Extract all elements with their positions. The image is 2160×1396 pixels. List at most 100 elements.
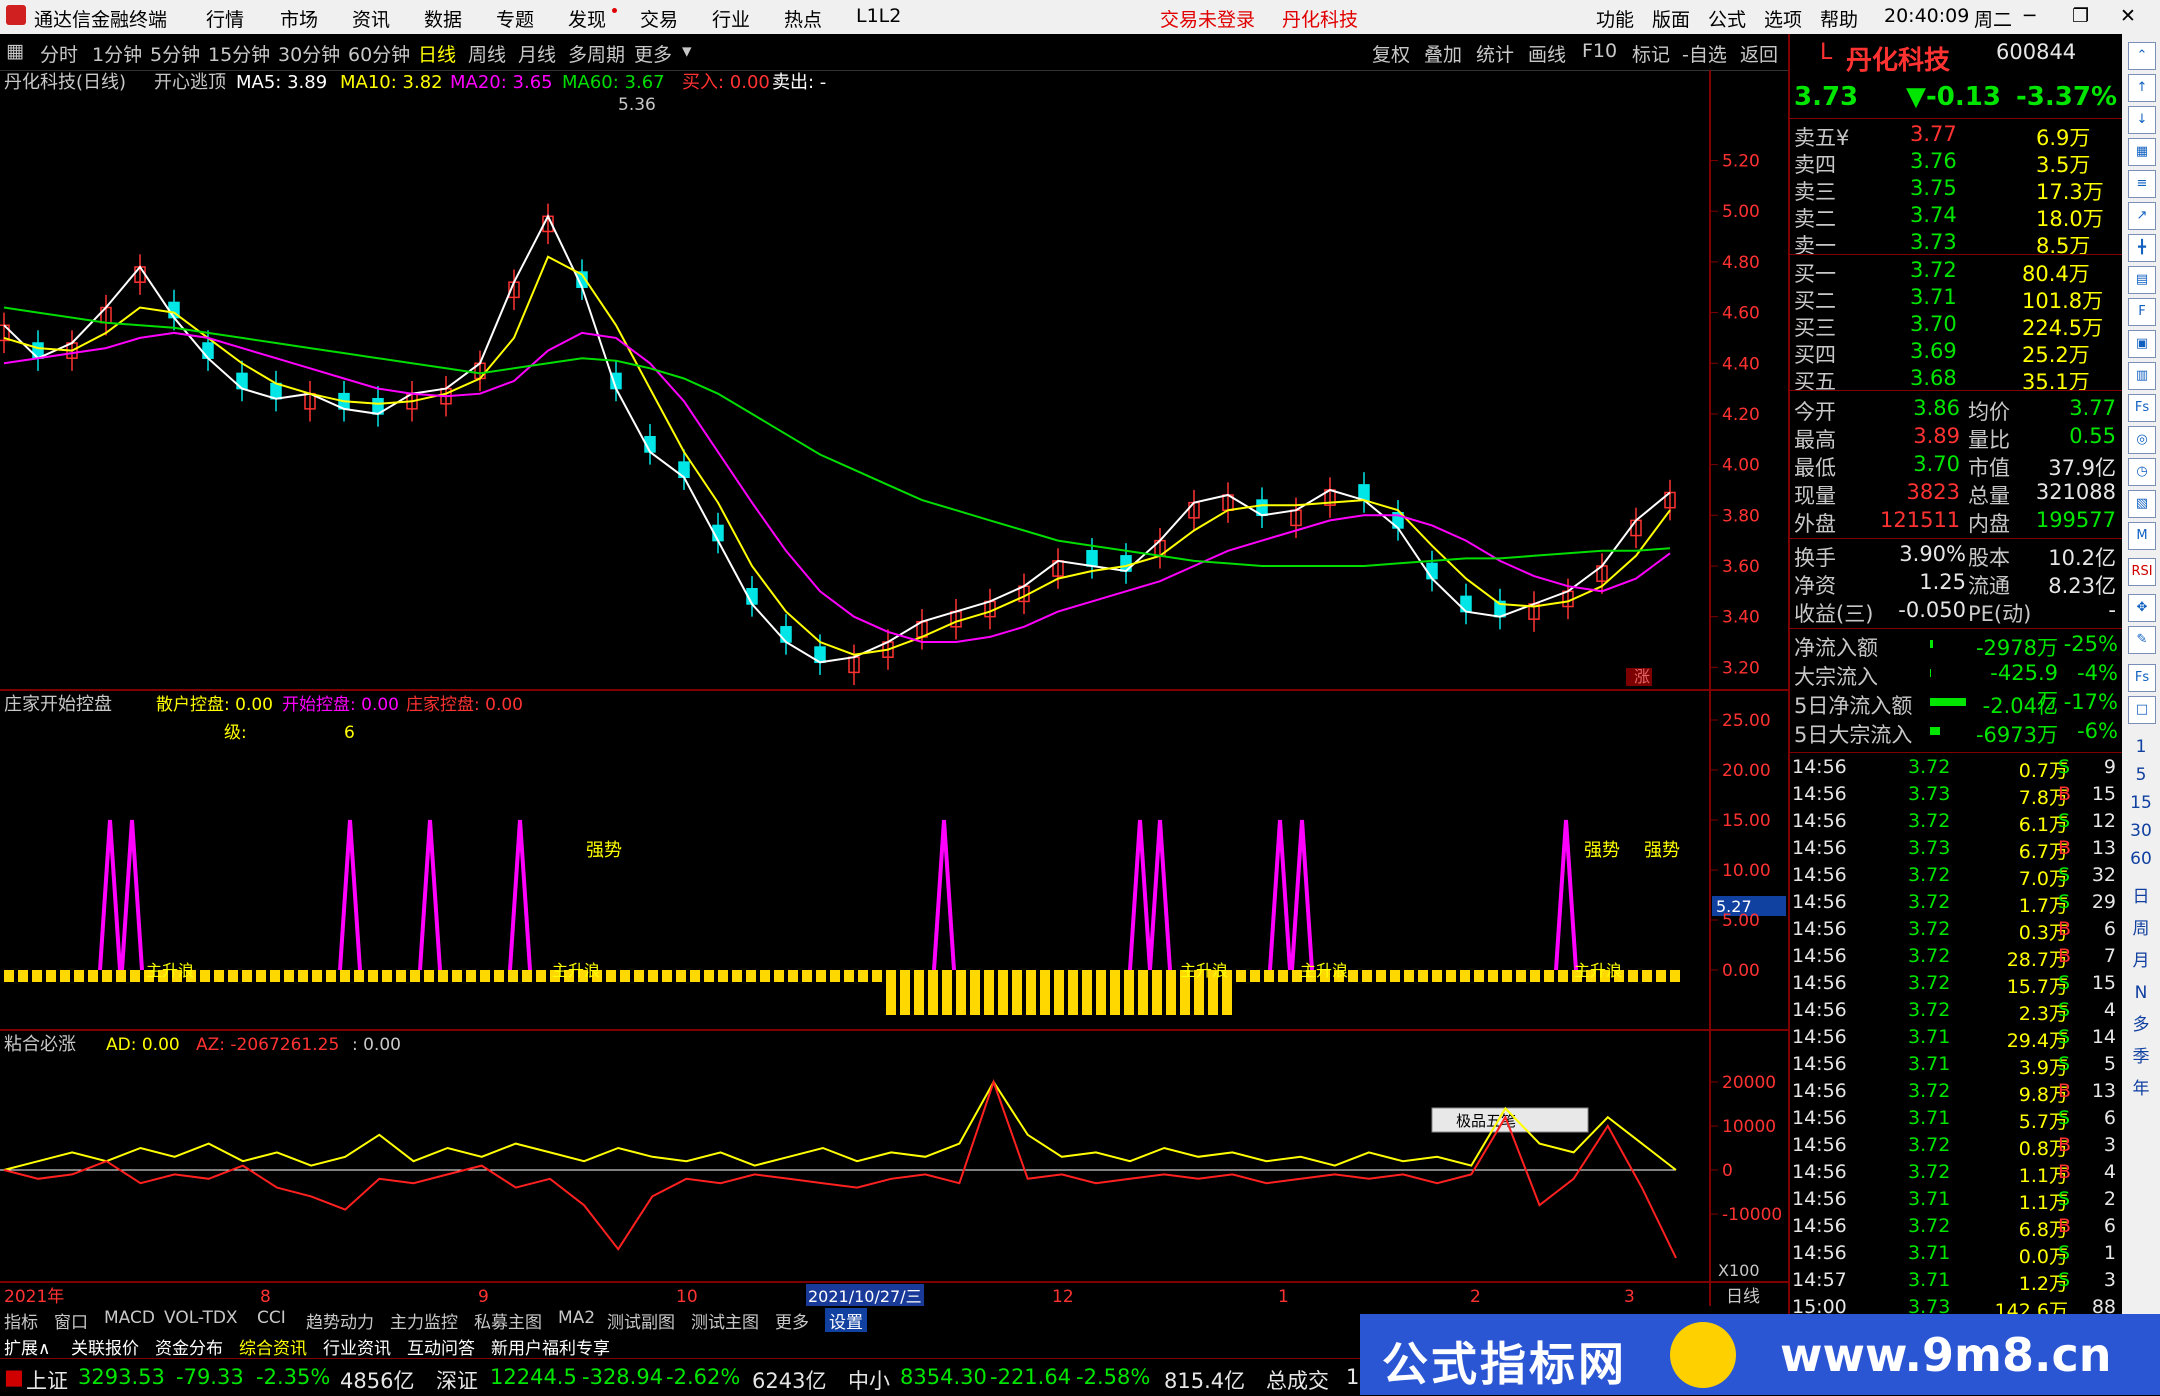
period-tab[interactable]: 1分钟 [92, 40, 142, 67]
menu-item[interactable]: 发现 [568, 5, 606, 32]
restore-icon[interactable]: ❐ [2072, 5, 2089, 27]
menu-item[interactable]: 热点 [784, 5, 822, 32]
menu-item[interactable]: 行情 [206, 5, 244, 32]
extension-tab[interactable]: 扩展∧ [4, 1334, 50, 1359]
trend-icon[interactable]: ↗ [2128, 202, 2156, 230]
indicator-tab[interactable]: MACD [104, 1308, 155, 1328]
period-quarter[interactable]: 季 [2128, 1044, 2154, 1070]
pan-icon[interactable]: ✥ [2128, 594, 2156, 622]
ask-row[interactable]: 卖一 3.73 8.5万 [1790, 230, 2124, 258]
period-15[interactable]: 15 [2128, 790, 2154, 816]
fs2-icon[interactable]: Fs [2128, 664, 2156, 692]
indicator-tab[interactable]: 设置 [825, 1308, 867, 1333]
period-tab[interactable]: 5分钟 [150, 40, 200, 67]
indicator-name[interactable]: 开心逃顶 [154, 72, 226, 93]
period-30[interactable]: 30 [2128, 818, 2154, 844]
period-month[interactable]: 月 [2128, 948, 2154, 974]
fs-icon[interactable]: Fs [2128, 394, 2156, 422]
up-arrow-icon[interactable]: ↑ [2128, 74, 2156, 102]
clock-icon[interactable]: ◷ [2128, 458, 2156, 486]
period-5[interactable]: 5 [2128, 762, 2154, 788]
square-icon[interactable]: □ [2128, 696, 2156, 724]
menu-item[interactable]: 市场 [280, 5, 318, 32]
indicator-tab[interactable]: MA2 [558, 1308, 595, 1328]
minimize-icon[interactable]: ─ [2024, 5, 2035, 27]
indicator-tab[interactable]: CCI [257, 1308, 286, 1328]
ask-row[interactable]: 卖五¥ 3.77 6.9万 [1790, 122, 2124, 150]
extension-tab[interactable]: 新用户福利专享 [491, 1334, 610, 1359]
period-tab[interactable]: 多周期 [568, 40, 625, 67]
extension-tab[interactable]: 行业资讯 [323, 1334, 391, 1359]
menu-item[interactable]: L1L2 [856, 5, 901, 27]
sub1-title[interactable]: 庄家开始控盘 [4, 694, 112, 715]
dropdown-icon[interactable]: ▾ [682, 40, 692, 62]
news-icon[interactable]: ▣ [2128, 330, 2156, 358]
sh-label[interactable]: 上证 [26, 1365, 68, 1395]
menu-item[interactable]: 资讯 [352, 5, 390, 32]
extension-tab[interactable]: 关联报价 [71, 1334, 139, 1359]
menu-item[interactable]: 选项 [1764, 5, 1802, 32]
menu-item[interactable]: 功能 [1596, 5, 1634, 32]
bid-row[interactable]: 买三 3.70 224.5万 [1790, 312, 2124, 340]
period-tab[interactable]: 更多 [634, 40, 672, 67]
menu-item[interactable]: 版面 [1652, 5, 1690, 32]
period-week[interactable]: 周 [2128, 916, 2154, 942]
collapse-icon[interactable]: ⌃ [2128, 42, 2156, 70]
menu-item[interactable]: 行业 [712, 5, 750, 32]
toolbar-button[interactable]: 叠加 [1424, 40, 1462, 67]
period-tab[interactable]: 周线 [468, 40, 506, 67]
ask-row[interactable]: 卖二 3.74 18.0万 [1790, 203, 2124, 231]
menu-item[interactable]: 数据 [424, 5, 462, 32]
chart-area[interactable]: 丹化科技(日线) 开心逃顶 MA5: 3.89 MA10: 3.82 MA20:… [0, 70, 1788, 1310]
indicator-tab[interactable]: 主力监控 [390, 1308, 458, 1333]
extension-tab[interactable]: 综合资讯 [239, 1334, 307, 1359]
indicator-tab[interactable]: 趋势动力 [306, 1308, 374, 1333]
period-1[interactable]: 1 [2128, 734, 2154, 760]
indicator-tab[interactable]: 测试副图 [607, 1308, 675, 1333]
login-status[interactable]: 交易未登录 [1160, 5, 1255, 32]
grid-icon[interactable]: ▦ [6, 40, 24, 62]
period-60[interactable]: 60 [2128, 846, 2154, 872]
period-tab[interactable]: 月线 [518, 40, 556, 67]
toolbar-button[interactable]: F10 [1582, 40, 1617, 62]
indicator-tab[interactable]: 测试主图 [691, 1308, 759, 1333]
toolbar-button[interactable]: 统计 [1476, 40, 1514, 67]
period-day[interactable]: 日 [2128, 884, 2154, 910]
down-arrow-icon[interactable]: ↓ [2128, 106, 2156, 134]
period-tab[interactable]: 60分钟 [348, 40, 410, 67]
toolbar-button[interactable]: 复权 [1372, 40, 1410, 67]
chart-icon[interactable]: ▧ [2128, 490, 2156, 518]
menu-item[interactable]: 帮助 [1820, 5, 1858, 32]
ask-row[interactable]: 卖三 3.75 17.3万 [1790, 176, 2124, 204]
kline-icon[interactable]: ╋ [2128, 234, 2156, 262]
period-tab-active[interactable]: 日线 [418, 40, 456, 67]
bid-row[interactable]: 买二 3.71 101.8万 [1790, 285, 2124, 313]
indicator-tab[interactable]: VOL-TDX [164, 1308, 238, 1328]
zx-label[interactable]: 中小 [848, 1365, 890, 1395]
toolbar-button[interactable]: 返回 [1740, 40, 1778, 67]
period-multi[interactable]: 多 [2128, 1012, 2154, 1038]
period-tab[interactable]: 分时 [40, 40, 78, 67]
rsi-icon[interactable]: RSI [2128, 558, 2156, 586]
pen-icon[interactable]: ✎ [2128, 626, 2156, 654]
menu-item[interactable]: 专题 [496, 5, 534, 32]
bid-row[interactable]: 买一 3.72 80.4万 [1790, 258, 2124, 286]
ma-icon[interactable]: M [2128, 522, 2156, 550]
menu-item[interactable]: 交易 [640, 5, 678, 32]
toolbar-button[interactable]: 画线 [1528, 40, 1566, 67]
extension-tab[interactable]: 资金分布 [155, 1334, 223, 1359]
period-year[interactable]: 年 [2128, 1076, 2154, 1102]
toolbar-button[interactable]: -自选 [1682, 40, 1727, 67]
table-icon[interactable]: ▤ [2128, 266, 2156, 294]
ask-row[interactable]: 卖四 3.76 3.5万 [1790, 149, 2124, 177]
depth-icon[interactable]: ◎ [2128, 426, 2156, 454]
bid-row[interactable]: 买四 3.69 25.2万 [1790, 339, 2124, 367]
bid-row[interactable]: 买五 3.68 35.1万 [1790, 366, 2124, 394]
sub2-title[interactable]: 粘合必涨 [4, 1034, 76, 1055]
close-icon[interactable]: ✕ [2120, 5, 2136, 27]
indicator-tab[interactable]: 指标 [4, 1308, 38, 1333]
kline-chart[interactable]: 丹化科技(日线) 开心逃顶 MA5: 3.89 MA10: 3.82 MA20:… [0, 70, 1788, 1310]
extension-tab[interactable]: 互动问答 [407, 1334, 475, 1359]
report-icon[interactable]: ▥ [2128, 362, 2156, 390]
period-n[interactable]: N [2128, 980, 2154, 1006]
